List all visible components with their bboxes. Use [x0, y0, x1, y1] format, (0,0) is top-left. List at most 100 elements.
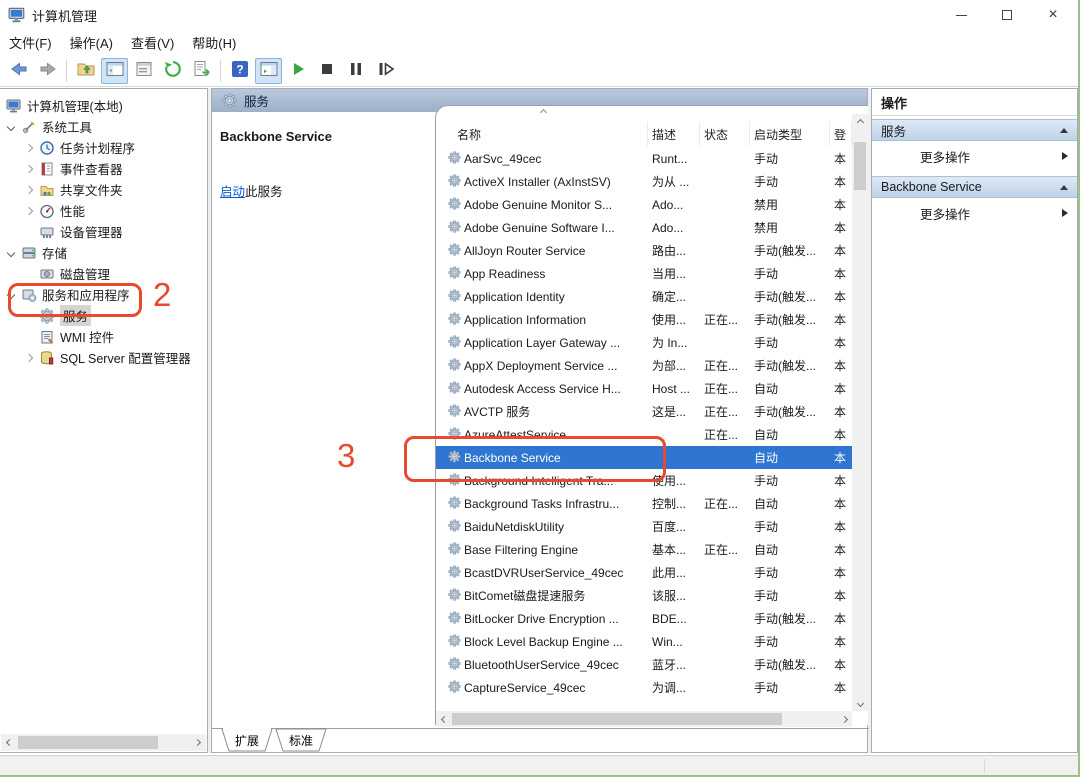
tree-item-3[interactable]: 事件查看器	[0, 158, 207, 179]
tree-item-8[interactable]: 磁盘管理	[0, 263, 207, 284]
tree-item-11[interactable]: WMI 控件	[0, 326, 207, 347]
collapse-icon[interactable]	[6, 290, 16, 299]
scrollbar-thumb[interactable]	[854, 142, 866, 190]
scroll-down-button[interactable]	[852, 695, 868, 711]
tree-item-10[interactable]: 服务	[0, 305, 207, 326]
collapse-icon[interactable]	[6, 122, 16, 131]
tree-item-6[interactable]: 设备管理器	[0, 221, 207, 242]
collapse-section-icon[interactable]	[1060, 184, 1068, 190]
services-icon	[448, 150, 461, 167]
service-row[interactable]: AzureAttestService 正在... 自动 本	[436, 423, 852, 446]
tree-item-label: WMI 控件	[60, 331, 115, 345]
service-row[interactable]: Block Level Backup Engine ... Win... 手动 本	[436, 630, 852, 653]
service-cell-desc: Ado...	[652, 197, 684, 212]
service-row[interactable]: AarSvc_49cec Runt... 手动 本	[436, 147, 852, 170]
list-vertical-scrollbar[interactable]	[852, 114, 868, 711]
start-service-link[interactable]: 启动	[220, 185, 245, 199]
service-cell-logon: 本	[834, 681, 847, 695]
action-pane-toggle-button[interactable]	[255, 57, 282, 84]
help-button[interactable]: ?	[226, 58, 253, 84]
tree-item-0[interactable]: 计算机管理(本地)	[0, 95, 207, 116]
service-row[interactable]: Base Filtering Engine 基本... 正在... 自动 本	[436, 538, 852, 561]
tree-item-7[interactable]: 存储	[0, 242, 207, 263]
scroll-left-button[interactable]	[1, 734, 18, 751]
collapse-section-icon[interactable]	[1060, 127, 1068, 133]
service-row[interactable]: CaptureService_49cec 为调... 手动 本	[436, 676, 852, 699]
menu-item-2[interactable]: 查看(V)	[122, 30, 183, 55]
scrollbar-thumb[interactable]	[18, 736, 158, 749]
menu-item-3[interactable]: 帮助(H)	[183, 30, 245, 55]
service-row[interactable]: Application Identity 确定... 手动(触发... 本	[436, 285, 852, 308]
maximize-button[interactable]	[984, 0, 1030, 30]
column-header-4[interactable]: 登	[830, 122, 852, 146]
service-row[interactable]: AllJoyn Router Service 路由... 手动(触发... 本	[436, 239, 852, 262]
scrollbar-thumb[interactable]	[452, 713, 782, 725]
collapse-icon[interactable]	[6, 248, 16, 257]
expand-icon[interactable]	[24, 143, 34, 152]
service-row[interactable]	[436, 699, 852, 711]
service-row[interactable]: AppX Deployment Service ... 为部... 正在... 手动(…	[436, 354, 852, 377]
export-list-button[interactable]	[188, 58, 215, 84]
folder-up-button[interactable]	[72, 58, 99, 84]
tab-standard[interactable]: 标准	[275, 728, 327, 752]
service-row[interactable]: Adobe Genuine Software I... Ado... 禁用 本	[436, 216, 852, 239]
scroll-right-button[interactable]	[189, 734, 206, 751]
service-row[interactable]: Backbone Service 自动 本	[436, 446, 852, 469]
scroll-up-button[interactable]	[852, 114, 868, 130]
service-row[interactable]: BitLocker Drive Encryption ... BDE... 手动(触…	[436, 607, 852, 630]
stop-service-icon	[317, 59, 337, 82]
tree-item-1[interactable]: 系统工具	[0, 116, 207, 137]
stop-service-button[interactable]	[313, 58, 340, 84]
minimize-button[interactable]	[938, 0, 984, 30]
service-row[interactable]: App Readiness 当用... 手动 本	[436, 262, 852, 285]
column-header-0[interactable]: 名称	[436, 108, 648, 146]
service-row[interactable]: BcastDVRUserService_49cec 此用... 手动 本	[436, 561, 852, 584]
tree-item-12[interactable]: SQL Server 配置管理器	[0, 347, 207, 368]
actions-section-header-1[interactable]: Backbone Service	[872, 176, 1077, 198]
service-row[interactable]: ActiveX Installer (AxInstSV) 为从 ... 手动 本	[436, 170, 852, 193]
close-button[interactable]: ×	[1030, 0, 1076, 30]
expand-icon[interactable]	[24, 164, 34, 173]
tree-item-9[interactable]: 服务和应用程序	[0, 284, 207, 305]
start-service-button[interactable]	[284, 58, 311, 84]
list-horizontal-scrollbar[interactable]	[436, 711, 852, 727]
scroll-right-button[interactable]	[836, 711, 852, 727]
properties-window-button[interactable]	[130, 58, 157, 84]
service-row[interactable]: Background Intelligent Tra... 使用... 手动 本	[436, 469, 852, 492]
column-header-2[interactable]: 状态	[700, 122, 750, 146]
tree-horizontal-scrollbar[interactable]	[1, 734, 206, 751]
pause-service-button[interactable]	[342, 58, 369, 84]
service-row[interactable]: Application Layer Gateway ... 为 In... 手动 本	[436, 331, 852, 354]
menu-item-0[interactable]: 文件(F)	[0, 30, 61, 55]
forward-arrow-button[interactable]	[34, 58, 61, 84]
expand-icon[interactable]	[24, 185, 34, 194]
actions-item-more-actions[interactable]: 更多操作	[872, 201, 1077, 225]
tree-item-5[interactable]: 性能	[0, 200, 207, 221]
service-row[interactable]: Application Information 使用... 正在... 手动(触发..…	[436, 308, 852, 331]
tree-item-2[interactable]: 任务计划程序	[0, 137, 207, 158]
service-row[interactable]: Adobe Genuine Monitor S... Ado... 禁用 本	[436, 193, 852, 216]
service-row[interactable]: Background Tasks Infrastru... 控制... 正在... 自…	[436, 492, 852, 515]
service-row[interactable]: BitComet磁盘提速服务 该服... 手动 本	[436, 584, 852, 607]
actions-item-more-actions[interactable]: 更多操作	[872, 144, 1077, 168]
tree-item-4[interactable]: 共享文件夹	[0, 179, 207, 200]
menu-item-1[interactable]: 操作(A)	[61, 30, 122, 55]
column-header-3[interactable]: 启动类型	[750, 122, 830, 146]
service-row[interactable]: Autodesk Access Service H... Host ... 正在..…	[436, 377, 852, 400]
services-icon	[448, 311, 461, 328]
scroll-left-button[interactable]	[436, 711, 452, 727]
expand-icon[interactable]	[24, 353, 34, 362]
service-row[interactable]: AVCTP 服务 这是... 正在... 手动(触发... 本	[436, 400, 852, 423]
expand-icon[interactable]	[24, 206, 34, 215]
service-row[interactable]: BaiduNetdiskUtility 百度... 手动 本	[436, 515, 852, 538]
actions-section-header-0[interactable]: 服务	[872, 119, 1077, 141]
back-arrow-button[interactable]	[5, 58, 32, 84]
console-tree-toggle-button[interactable]	[101, 57, 128, 84]
column-header-1[interactable]: 描述	[648, 122, 700, 146]
refresh-button[interactable]	[159, 58, 186, 84]
restart-service-button[interactable]	[371, 58, 398, 84]
start-service-icon	[288, 59, 308, 82]
tab-extended[interactable]: 扩展	[221, 728, 273, 752]
service-cell-desc: 蓝牙...	[652, 658, 687, 672]
service-row[interactable]: BluetoothUserService_49cec 蓝牙... 手动(触发... 本	[436, 653, 852, 676]
